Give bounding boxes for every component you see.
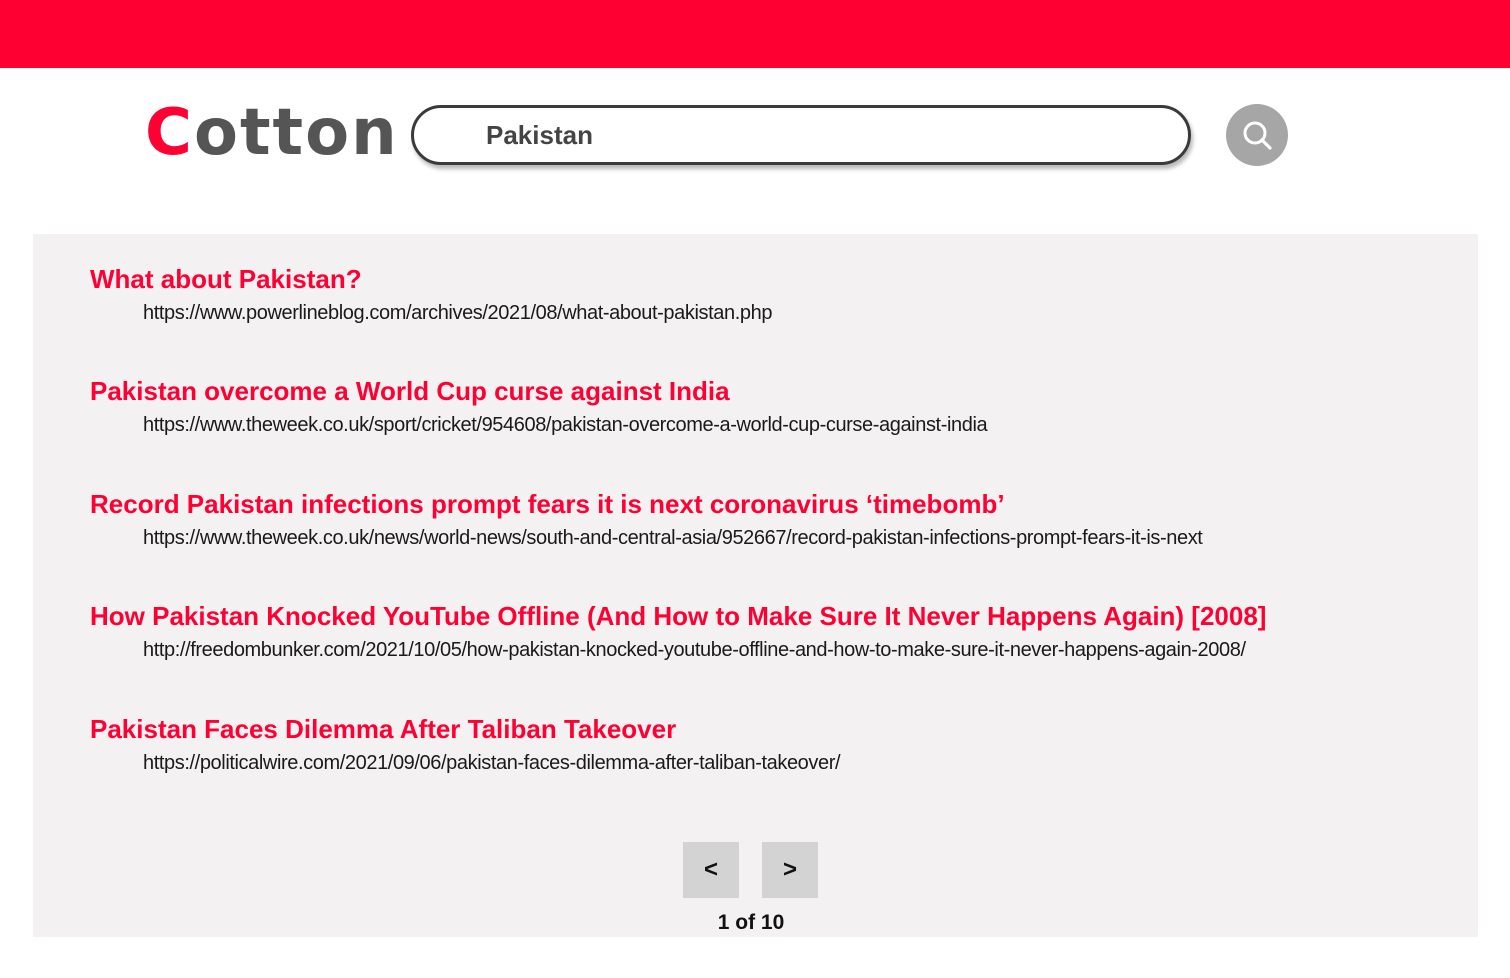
result-url[interactable]: https://www.powerlineblog.com/archives/2… — [143, 300, 1470, 326]
search-box[interactable] — [411, 105, 1191, 165]
result-title-link[interactable]: Record Pakistan infections prompt fears … — [90, 488, 1470, 520]
top-brand-bar — [0, 0, 1510, 68]
result-item: How Pakistan Knocked YouTube Offline (An… — [90, 600, 1470, 663]
page-indicator: 1 of 10 — [717, 911, 785, 934]
result-title-link[interactable]: Pakistan Faces Dilemma After Taliban Tak… — [90, 713, 1470, 745]
logo-first-letter: C — [145, 96, 194, 170]
search-icon — [1243, 121, 1272, 150]
result-item: Pakistan Faces Dilemma After Taliban Tak… — [90, 713, 1470, 776]
result-url[interactable]: https://www.theweek.co.uk/sport/cricket/… — [143, 412, 1470, 438]
prev-page-button[interactable]: < — [683, 842, 739, 898]
search-button[interactable] — [1226, 104, 1288, 166]
result-url[interactable]: https://politicalwire.com/2021/09/06/pak… — [143, 750, 1470, 776]
result-url[interactable]: http://freedombunker.com/2021/10/05/how-… — [143, 637, 1470, 663]
header: Cotton — [0, 68, 1510, 234]
cotton-logo[interactable]: Cotton — [145, 96, 399, 170]
result-url[interactable]: https://www.theweek.co.uk/news/world-new… — [143, 525, 1470, 551]
search-input[interactable] — [486, 108, 1166, 162]
result-title-link[interactable]: Pakistan overcome a World Cup curse agai… — [90, 375, 1470, 407]
results-panel: What about Pakistan? https://www.powerli… — [33, 234, 1478, 937]
result-title-link[interactable]: How Pakistan Knocked YouTube Offline (An… — [90, 600, 1470, 632]
result-item: What about Pakistan? https://www.powerli… — [90, 263, 1470, 326]
logo-rest: otton — [193, 96, 399, 170]
next-page-button[interactable]: > — [762, 842, 818, 898]
result-title-link[interactable]: What about Pakistan? — [90, 263, 1470, 295]
result-item: Pakistan overcome a World Cup curse agai… — [90, 375, 1470, 438]
result-item: Record Pakistan infections prompt fears … — [90, 488, 1470, 551]
